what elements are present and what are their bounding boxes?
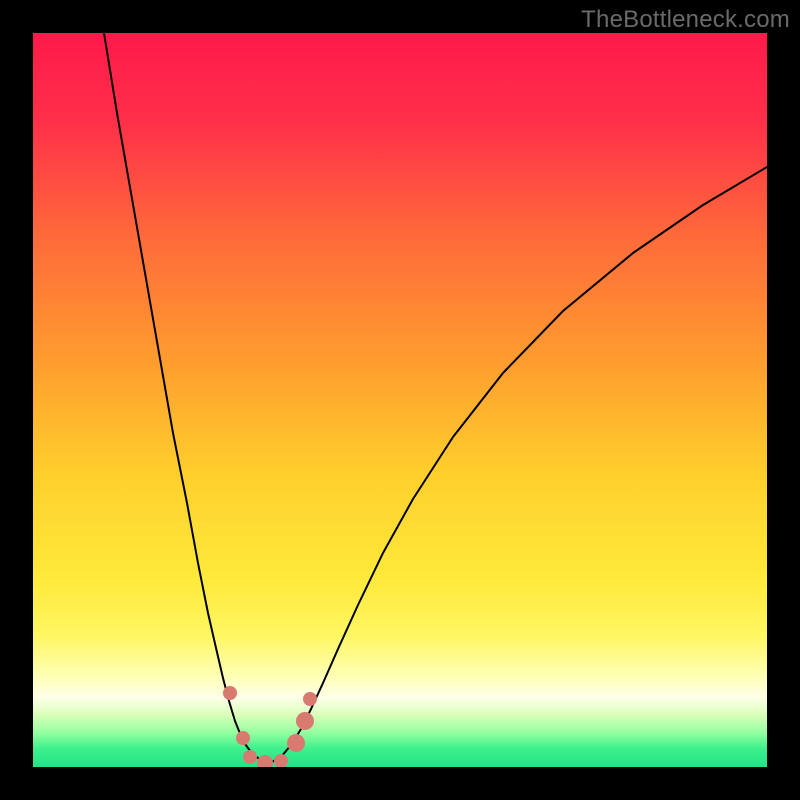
watermark-label: TheBottleneck.com bbox=[581, 6, 790, 34]
series-left-branch bbox=[104, 33, 268, 764]
plot-area bbox=[33, 33, 767, 767]
chart-frame: TheBottleneck.com bbox=[0, 0, 800, 800]
series-right-branch bbox=[268, 167, 767, 764]
dot-right-lower bbox=[287, 734, 305, 752]
dot-bottom-a bbox=[243, 750, 257, 764]
dot-right-upper bbox=[296, 712, 314, 730]
dot-left-mid bbox=[236, 731, 250, 745]
dot-bottom-c bbox=[274, 754, 288, 767]
dot-bottom-b bbox=[257, 755, 273, 767]
curve-layer bbox=[33, 33, 767, 767]
dot-left-upper bbox=[223, 686, 237, 700]
dot-right-top bbox=[303, 692, 317, 706]
